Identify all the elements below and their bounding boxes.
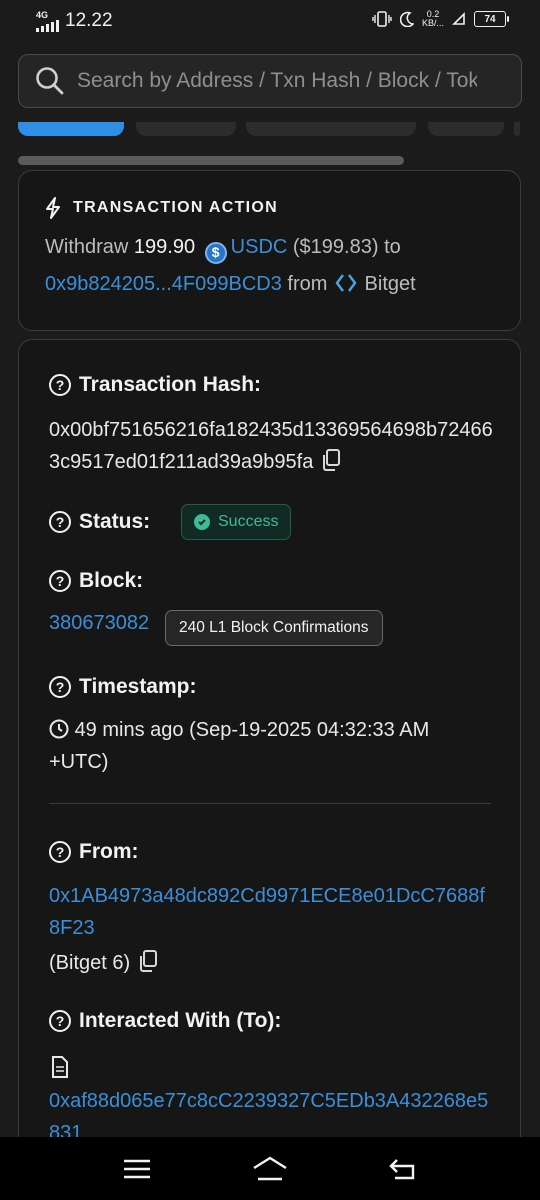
tab-overview[interactable] xyxy=(18,122,124,136)
status-bar: 4G 12.22 0.2 KB/... 74 xyxy=(0,0,540,44)
from-name: Bitget xyxy=(364,273,416,295)
action-amount: 199.90 xyxy=(133,236,196,258)
menu-button[interactable] xyxy=(117,1149,157,1189)
from-word: from xyxy=(287,273,328,295)
help-icon[interactable]: ? xyxy=(49,676,71,698)
status-right: 0.2 KB/... 74 xyxy=(372,9,509,28)
menu-icon xyxy=(123,1159,150,1178)
to-address-link[interactable]: 0x9b824205...4F099BCD3 xyxy=(45,273,282,295)
clock-icon xyxy=(49,719,69,739)
help-icon[interactable]: ? xyxy=(49,1010,71,1032)
search-icon xyxy=(36,67,64,95)
hash-value-row: 0x00bf751656216fa182435d13369564698b7246… xyxy=(49,414,499,478)
back-icon xyxy=(389,1158,415,1179)
hotspot-icon xyxy=(452,12,465,25)
battery-icon: 74 xyxy=(474,11,509,27)
from-address-row: 0x1AB4973a48dc892Cd9971ECE8e01DcC7688f8F… xyxy=(49,880,494,944)
usd-value: ($199.83) xyxy=(292,236,379,258)
search-header xyxy=(0,44,540,122)
home-icon xyxy=(253,1156,287,1180)
signal-icon xyxy=(36,19,59,32)
lightning-icon xyxy=(46,197,60,219)
net-speed: 0.2 KB/... xyxy=(421,9,444,28)
tab-more[interactable] xyxy=(428,122,504,136)
timestamp-label: ? Timestamp: xyxy=(49,675,196,699)
check-circle-icon xyxy=(194,514,210,530)
clock: 12.22 xyxy=(65,10,113,31)
copy-icon[interactable] xyxy=(321,449,341,471)
bitget-icon xyxy=(335,274,357,292)
to-label: ? Interacted With (To): xyxy=(49,1009,281,1033)
transaction-details-card: ? Transaction Hash: 0x00bf751656216fa182… xyxy=(18,339,521,1169)
from-label: ? From: xyxy=(49,840,139,864)
divider xyxy=(49,803,491,804)
contract-file-icon xyxy=(52,1056,68,1078)
confirmations-badge: 240 L1 Block Confirmations xyxy=(165,610,383,646)
timestamp-value: 49 mins ago (Sep-19-2025 04:32:33 AM +UT… xyxy=(49,719,430,773)
help-icon[interactable]: ? xyxy=(49,570,71,592)
to-address-link[interactable]: 0xaf88d065e77c8cC2239327C5EDb3A432268e58… xyxy=(49,1090,488,1144)
timestamp-row: 49 mins ago (Sep-19-2025 04:32:33 AM +UT… xyxy=(49,714,489,778)
hash-label: ? Transaction Hash: xyxy=(49,373,261,397)
tabs-scrollbar[interactable] xyxy=(18,156,404,165)
network-type: 4G xyxy=(36,9,49,20)
vibrate-icon xyxy=(372,11,392,27)
status-label: ? Status: xyxy=(49,510,150,534)
from-tag: (Bitget 6) xyxy=(49,952,131,974)
status-badge: Success xyxy=(181,504,292,540)
action-verb: Withdraw xyxy=(45,236,129,258)
help-icon[interactable]: ? xyxy=(49,511,71,533)
copy-icon[interactable] xyxy=(138,950,158,972)
tabs-strip xyxy=(0,122,540,136)
tab-state[interactable] xyxy=(246,122,416,136)
block-label: ? Block: xyxy=(49,569,143,593)
action-title: TRANSACTION ACTION xyxy=(45,197,494,219)
home-button[interactable] xyxy=(250,1149,290,1189)
network-indicator: 4G xyxy=(36,9,59,32)
hash-value: 0x00bf751656216fa182435d13369564698b7246… xyxy=(49,419,493,473)
search-input[interactable] xyxy=(77,69,477,93)
action-description: Withdraw 199.90 $ USDC ($199.83) to 0x9b8… xyxy=(45,229,494,303)
token-link[interactable]: USDC xyxy=(231,236,288,258)
block-link[interactable]: 380673082 xyxy=(49,612,149,635)
back-button[interactable] xyxy=(383,1149,423,1189)
status-left: 4G 12.22 xyxy=(36,10,113,32)
moon-icon xyxy=(399,11,414,27)
tab-overflow[interactable] xyxy=(514,122,520,136)
system-nav-bar xyxy=(0,1137,540,1200)
help-icon[interactable]: ? xyxy=(49,374,71,396)
from-address-link[interactable]: 0x1AB4973a48dc892Cd9971ECE8e01DcC7688f8F… xyxy=(49,885,485,939)
transaction-action-card: TRANSACTION ACTION Withdraw 199.90 $ USDC… xyxy=(18,170,521,331)
help-icon[interactable]: ? xyxy=(49,841,71,863)
to-word: to xyxy=(384,236,401,258)
tab-logs[interactable] xyxy=(136,122,236,136)
from-tag-row: (Bitget 6) xyxy=(49,947,158,979)
usdc-icon: $ xyxy=(204,241,227,264)
search-box[interactable] xyxy=(18,54,522,108)
